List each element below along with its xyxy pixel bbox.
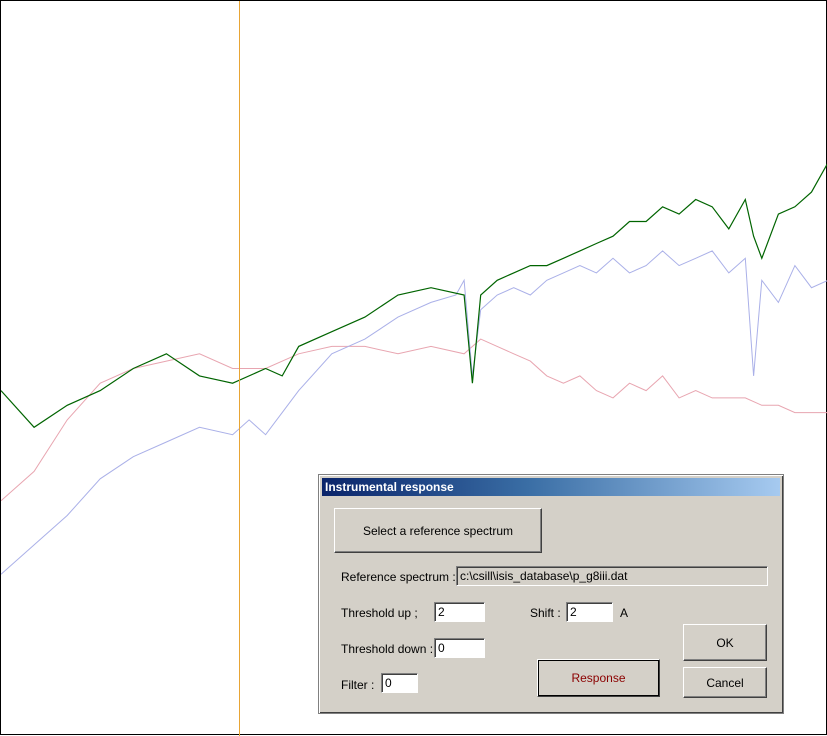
ok-button[interactable]: OK	[683, 624, 767, 661]
select-reference-spectrum-button[interactable]: Select a reference spectrum	[334, 508, 542, 553]
reference-spectrum-path-field: c:\csill\isis_database\p_g8iii.dat	[456, 566, 768, 586]
wavelength-cursor[interactable]	[239, 1, 240, 736]
shift-input[interactable]: 2	[566, 602, 613, 622]
response-button[interactable]: Response	[537, 659, 660, 697]
shift-unit-label: A	[620, 606, 629, 620]
instrumental-response-dialog: Instrumental response Select a reference…	[318, 474, 784, 714]
threshold-down-input[interactable]: 0	[434, 638, 485, 658]
reference-spectrum-label: Reference spectrum :	[341, 570, 456, 584]
filter-label: Filter :	[341, 678, 375, 692]
threshold-up-label: Threshold up ;	[341, 606, 418, 620]
shift-label: Shift :	[530, 606, 561, 620]
spectrum-series-0	[1, 163, 827, 429]
cancel-button[interactable]: Cancel	[683, 667, 767, 698]
dialog-titlebar[interactable]: Instrumental response	[322, 478, 780, 496]
threshold-up-input[interactable]: 2	[434, 602, 485, 622]
threshold-down-label: Threshold down :	[341, 642, 434, 656]
filter-input[interactable]: 0	[381, 673, 418, 693]
